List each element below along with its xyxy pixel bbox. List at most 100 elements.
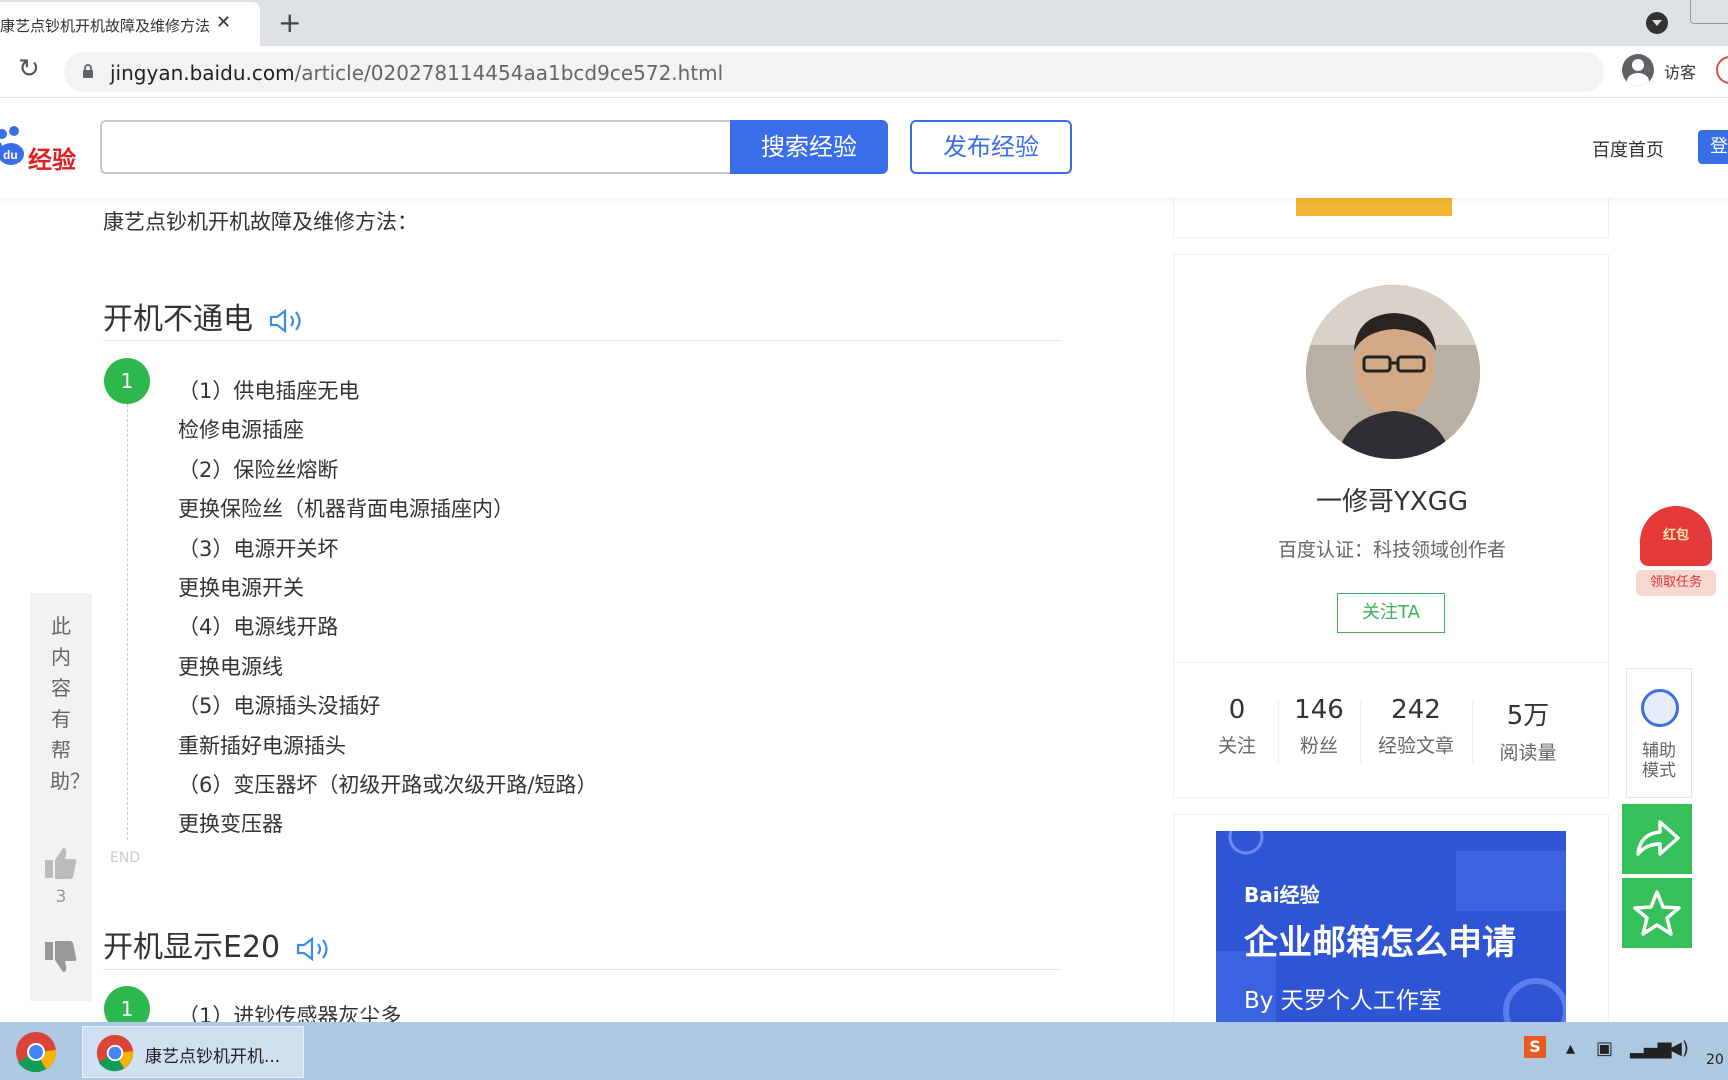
stat-number: 242 (1391, 695, 1441, 725)
follow-button[interactable]: 关注TA (1337, 593, 1445, 633)
red-packet-widget[interactable]: 红包 领取任务 (1632, 506, 1720, 598)
guest-label[interactable]: 访客 (1664, 59, 1696, 83)
stat-separator (1278, 701, 1279, 763)
feedback-question: 此内容有帮助？ (50, 614, 90, 793)
logo-text[interactable]: 经验 (28, 140, 76, 175)
tab-active[interactable]: 康艺点钞机开机故障及维修方法 ✕ (0, 2, 260, 46)
search-button[interactable]: 搜索经验 (730, 120, 888, 174)
star-icon (1633, 890, 1681, 936)
stat-fans[interactable]: 146 粉丝 (1284, 695, 1354, 758)
stat-label: 关注 (1217, 735, 1256, 757)
author-card: 一修哥YXGG 百度认证：科技领域创作者 关注TA 0 关注 146 粉丝 24… (1173, 254, 1610, 798)
step-line: （3）电源开关坏 (178, 536, 339, 561)
reload-icon[interactable]: ↻ (18, 54, 40, 84)
site-header: du 经验 搜索经验 发布经验 百度首页 登 (0, 98, 1728, 198)
step-line: 更换变压器 (178, 812, 283, 837)
favorite-button[interactable] (1622, 878, 1692, 948)
end-marker: END (110, 850, 141, 866)
browser-toolbar: ↻ jingyan.baidu.com/article/020278114454… (0, 46, 1728, 98)
stat-following[interactable]: 0 关注 (1202, 695, 1272, 758)
ad-title: 企业邮箱怎么申请 (1244, 923, 1516, 963)
stat-separator (1472, 701, 1473, 763)
thumbs-down-icon[interactable] (43, 939, 79, 975)
baidu-paw-logo[interactable]: du (0, 126, 28, 166)
step-number-badge: 1 (104, 358, 150, 404)
author-certification: 百度认证：科技领域创作者 (1277, 539, 1506, 561)
step-timeline-line (127, 404, 128, 840)
address-bar[interactable]: jingyan.baidu.com/article/020278114454aa… (64, 52, 1604, 92)
assist-mode-button[interactable]: 辅助模式 (1626, 668, 1692, 798)
claim-task-label: 领取任务 (1636, 570, 1716, 596)
tab-strip: 康艺点钞机开机故障及维修方法 ✕ + (0, 0, 1728, 46)
url-text: jingyan.baidu.com/article/020278114454aa… (110, 61, 723, 85)
thumbs-up-icon[interactable] (43, 845, 79, 881)
stat-number: 5万 (1506, 701, 1550, 731)
step-content: （1）供电插座无电 检修电源插座 （2）保险丝熔断 更换保险丝（机器背面电源插座… (178, 372, 597, 845)
ad-card: Bai经验 企业邮箱怎么申请 By 天罗个人工作室 (1173, 814, 1609, 1034)
step-line: 更换电源开关 (178, 575, 304, 600)
tray-clock[interactable]: 20 (1706, 1052, 1724, 1068)
network-icon[interactable]: ▂▄▆ (1630, 1038, 1672, 1059)
taskbar-window-label: 康艺点钞机开机... (145, 1047, 281, 1067)
step-line: （1）供电插座无电 (178, 379, 360, 403)
taskbar-chrome-window[interactable]: 康艺点钞机开机... (82, 1026, 304, 1078)
step-line: （6）变压器坏（初级开路或次级开路/短路） (178, 772, 598, 797)
step-line: 更换保险丝（机器背面电源插座内） (178, 497, 514, 522)
stat-label: 粉丝 (1299, 735, 1338, 757)
url-path: /article/020278114454aa1bcd9ce572.html (294, 61, 724, 85)
article-intro: 康艺点钞机开机故障及维修方法： (103, 210, 418, 234)
stat-separator (1360, 701, 1361, 763)
assist-mode-label: 辅助模式 (1642, 741, 1676, 781)
section-divider (103, 340, 1061, 341)
new-tab-button[interactable]: + (278, 6, 301, 39)
tab-title: 康艺点钞机开机故障及维修方法 (0, 17, 211, 35)
section-title-text: 开机显示E20 (103, 930, 281, 965)
stat-reads[interactable]: 5万 阅读量 (1478, 695, 1578, 765)
accessibility-icon (1641, 689, 1679, 727)
lock-icon (83, 64, 93, 78)
ad-brand: Bai经验 (1244, 883, 1320, 907)
home-link[interactable]: 百度首页 (1592, 136, 1664, 162)
stat-number: 146 (1294, 695, 1344, 725)
stat-articles[interactable]: 242 经验文章 (1366, 695, 1466, 758)
search-input[interactable] (100, 120, 732, 174)
step-line: （4）电源线开路 (178, 615, 339, 640)
svg-text:du: du (3, 148, 18, 162)
step-line: 更换电源线 (178, 654, 283, 679)
chrome-icon (96, 1034, 134, 1072)
tray-expand-icon[interactable]: ▴ (1566, 1038, 1575, 1059)
step-line: 重新插好电源插头 (178, 733, 346, 758)
speaker-icon[interactable] (267, 307, 307, 335)
ad-banner[interactable]: Bai经验 企业邮箱怎么申请 By 天罗个人工作室 (1216, 831, 1566, 1031)
profile-icon[interactable] (1622, 54, 1654, 86)
volume-icon[interactable]: ◀) (1668, 1038, 1689, 1059)
step-line: （5）电源插头没插好 (178, 694, 381, 719)
red-packet-label: 红包 (1662, 528, 1689, 543)
stat-label: 经验文章 (1377, 735, 1454, 757)
step-line: 检修电源插座 (178, 418, 304, 443)
avatar[interactable] (1306, 285, 1480, 459)
publish-button[interactable]: 发布经验 (910, 120, 1072, 174)
section-divider (103, 969, 1061, 970)
author-name[interactable]: 一修哥YXGG (1174, 481, 1610, 518)
tab-close-icon[interactable]: ✕ (216, 12, 231, 33)
step-line: （2）保险丝熔断 (178, 457, 339, 482)
tab-search-icon[interactable] (1646, 12, 1668, 34)
stats-divider (1174, 662, 1610, 663)
login-button[interactable]: 登 (1698, 130, 1728, 164)
clipboard-icon[interactable]: ▣ (1596, 1038, 1613, 1059)
section-title-text: 开机不通电 (103, 302, 253, 337)
url-host: jingyan.baidu.com (110, 61, 295, 85)
chrome-icon[interactable] (14, 1030, 58, 1074)
like-count: 3 (55, 887, 67, 907)
sogou-ime-icon[interactable]: S (1524, 1036, 1546, 1058)
extension-icon[interactable] (1716, 56, 1728, 84)
speaker-icon[interactable] (294, 935, 334, 963)
section-title: 开机显示E20 (103, 922, 334, 966)
share-icon (1636, 820, 1680, 856)
share-button[interactable] (1622, 804, 1692, 874)
window-minimize-button[interactable] (1690, 0, 1728, 24)
stat-number: 0 (1228, 695, 1246, 725)
feedback-rail: 此内容有帮助？ 3 (30, 593, 92, 1001)
taskbar: 康艺点钞机开机... S ▴ ▣ ▂▄▆ ◀) 20 (0, 1022, 1728, 1080)
